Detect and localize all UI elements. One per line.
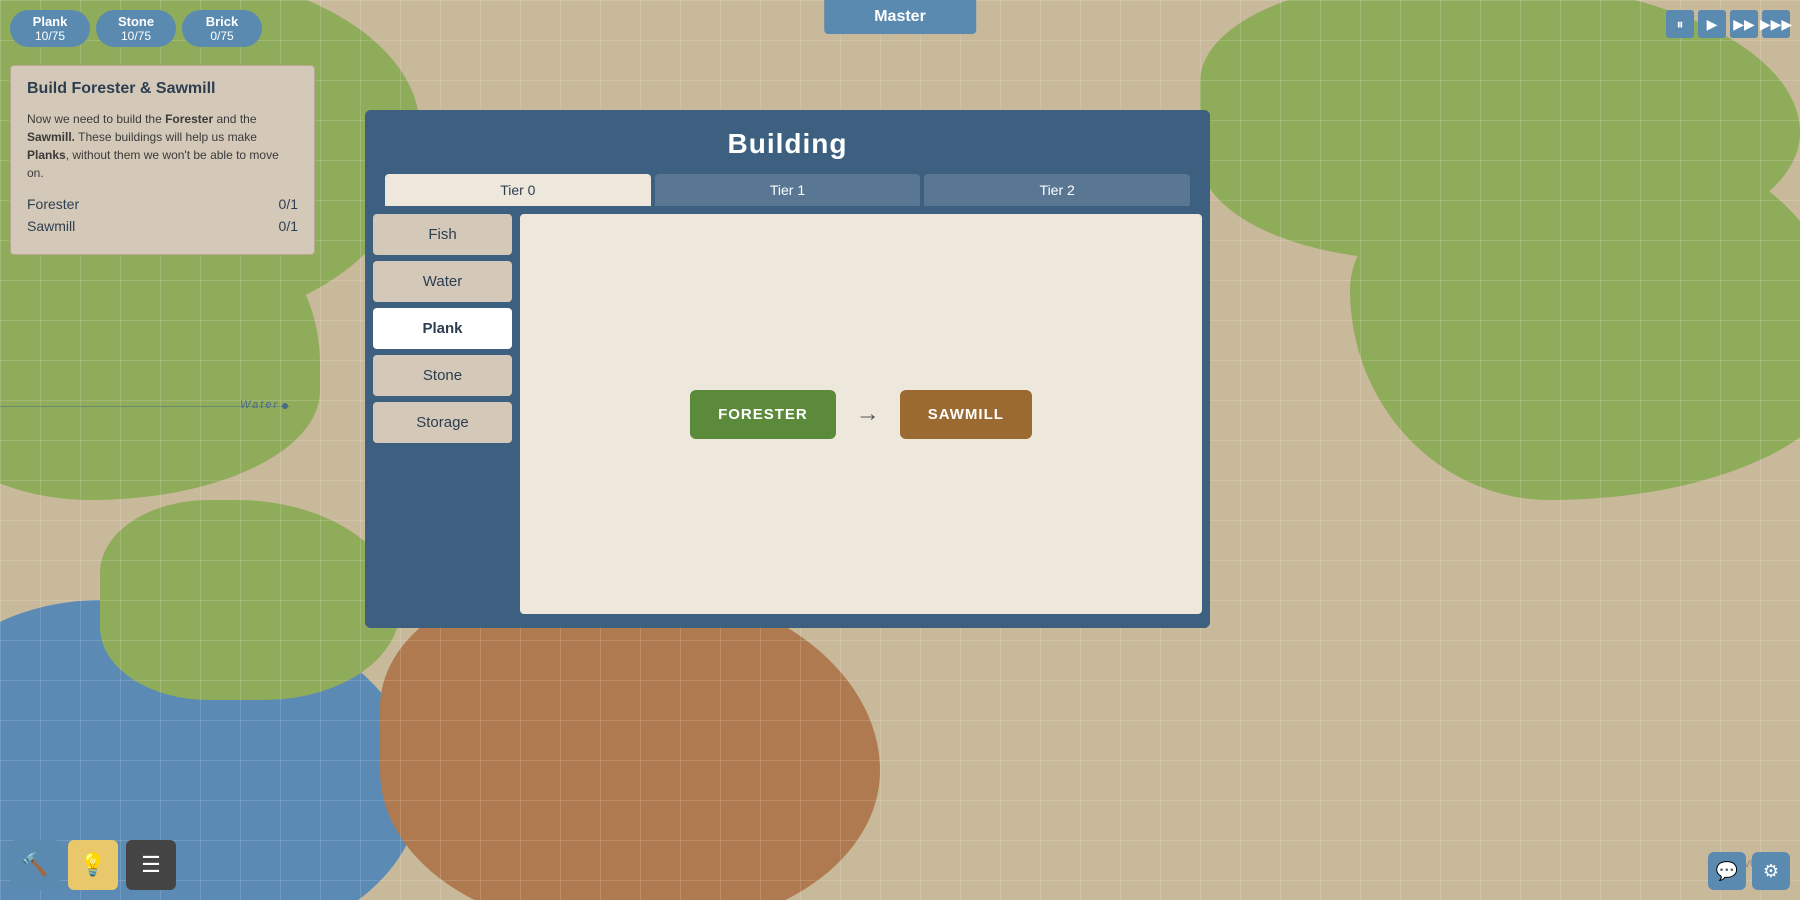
tab-tier-1[interactable]: Tier 1 xyxy=(655,174,921,206)
tutorial-sawmill-name: Sawmill xyxy=(27,218,75,234)
category-storage[interactable]: Storage xyxy=(373,402,512,443)
tutorial-sawmill-row: Sawmill 0/1 xyxy=(27,218,298,234)
tab-tier-0[interactable]: Tier 0 xyxy=(385,174,651,206)
tutorial-forester-row: Forester 0/1 xyxy=(27,196,298,212)
bottom-right-icons: 💬 ⚙ xyxy=(1708,852,1790,890)
resource-plank-count: 10/75 xyxy=(24,29,76,43)
resource-stone: Stone 10/75 xyxy=(96,10,176,47)
resource-brick-count: 0/75 xyxy=(196,29,248,43)
sawmill-bold: Sawmill. xyxy=(27,130,75,144)
modal-tabs: Tier 0 Tier 1 Tier 2 xyxy=(365,174,1210,206)
modal-header: Building xyxy=(365,110,1210,174)
category-fish[interactable]: Fish xyxy=(373,214,512,255)
faster-button[interactable]: ▶▶▶ xyxy=(1762,10,1790,38)
sawmill-node[interactable]: SAWMILL xyxy=(900,390,1032,439)
category-stone[interactable]: Stone xyxy=(373,355,512,396)
tutorial-forester-count: 0/1 xyxy=(279,196,298,212)
forester-bold: Forester xyxy=(165,112,213,126)
pause-button[interactable]: ⏸ xyxy=(1666,10,1694,38)
resource-brick: Brick 0/75 xyxy=(182,10,262,47)
tutorial-panel: Build Forester & Sawmill Now we need to … xyxy=(10,65,315,255)
tutorial-forester-name: Forester xyxy=(27,196,79,212)
bottom-toolbar: 🔨 💡 ☰ xyxy=(10,840,176,890)
resource-brick-name: Brick xyxy=(196,14,248,29)
resource-bar: Plank 10/75 Stone 10/75 Brick 0/75 xyxy=(10,10,262,47)
settings-icon-button[interactable]: ⚙ xyxy=(1752,852,1790,890)
water-route-dot xyxy=(282,403,288,409)
lightbulb-button[interactable]: 💡 xyxy=(68,840,118,890)
master-button[interactable]: Master xyxy=(824,0,976,34)
fast-button[interactable]: ▶▶ xyxy=(1730,10,1758,38)
chat-icon-button[interactable]: 💬 xyxy=(1708,852,1746,890)
building-modal: Building Tier 0 Tier 1 Tier 2 Fish Water… xyxy=(365,110,1210,628)
modal-title: Building xyxy=(365,128,1210,160)
resource-stone-name: Stone xyxy=(110,14,162,29)
flow-arrow-icon: → xyxy=(856,400,880,428)
tutorial-body: Now we need to build the Forester and th… xyxy=(27,110,298,182)
planks-bold: Planks xyxy=(27,148,66,162)
category-list: Fish Water Plank Stone Storage xyxy=(365,206,520,614)
modal-body: Fish Water Plank Stone Storage FORESTER … xyxy=(365,206,1210,628)
forester-node[interactable]: FORESTER xyxy=(690,390,836,439)
water-map-label: Water xyxy=(240,399,279,411)
building-flow: FORESTER → SAWMILL xyxy=(690,390,1032,439)
resource-stone-count: 10/75 xyxy=(110,29,162,43)
hammer-button[interactable]: 🔨 xyxy=(10,840,60,890)
play-button[interactable]: ▶ xyxy=(1698,10,1726,38)
tutorial-title: Build Forester & Sawmill xyxy=(27,80,298,98)
resource-plank-name: Plank xyxy=(24,14,76,29)
tutorial-sawmill-count: 0/1 xyxy=(279,218,298,234)
building-content-area: FORESTER → SAWMILL xyxy=(520,214,1202,614)
menu-button[interactable]: ☰ xyxy=(126,840,176,890)
category-water[interactable]: Water xyxy=(373,261,512,302)
speed-controls: ⏸ ▶ ▶▶ ▶▶▶ xyxy=(1666,10,1790,38)
resource-plank: Plank 10/75 xyxy=(10,10,90,47)
tab-tier-2[interactable]: Tier 2 xyxy=(924,174,1190,206)
category-plank[interactable]: Plank xyxy=(373,308,512,349)
